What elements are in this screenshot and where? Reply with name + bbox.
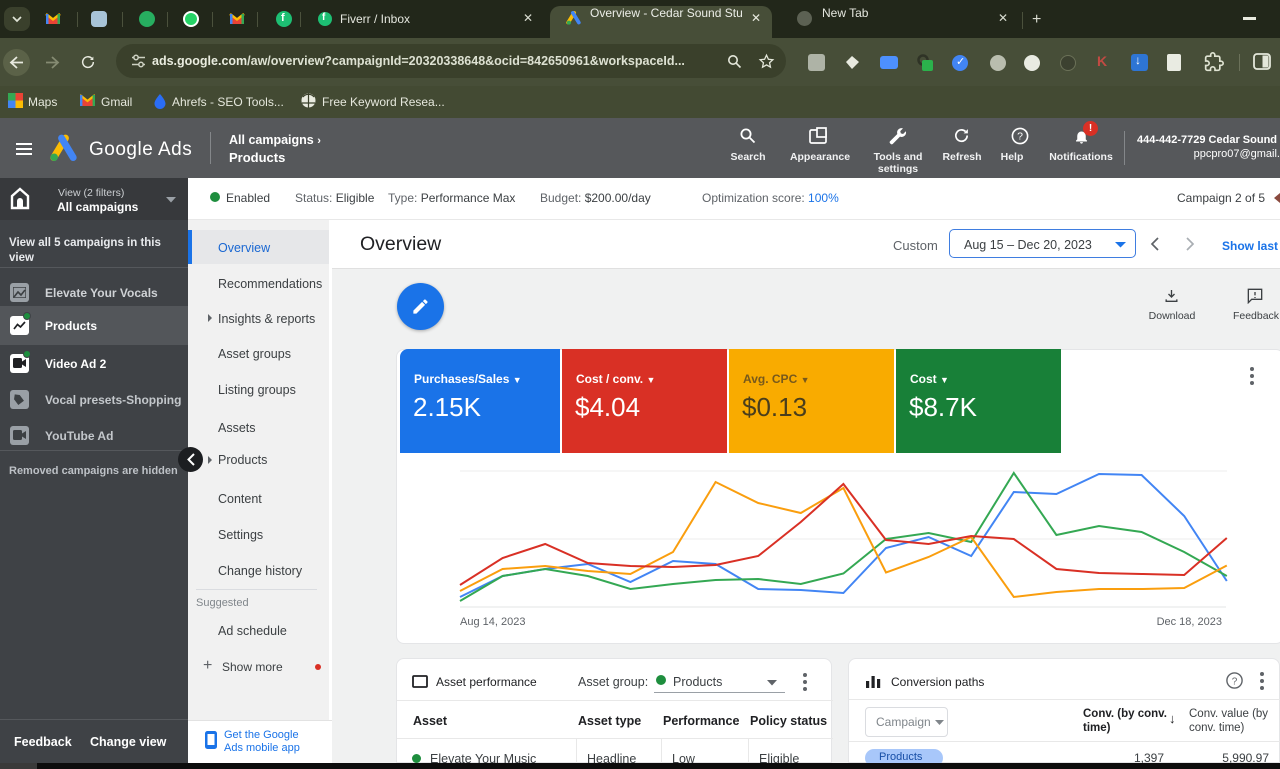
svg-text:Dec 18, 2023: Dec 18, 2023 — [1157, 616, 1222, 628]
svg-text:Aug 14, 2023: Aug 14, 2023 — [460, 616, 525, 628]
svg-text:?: ? — [1017, 131, 1023, 143]
svg-text:?: ? — [1232, 677, 1238, 688]
